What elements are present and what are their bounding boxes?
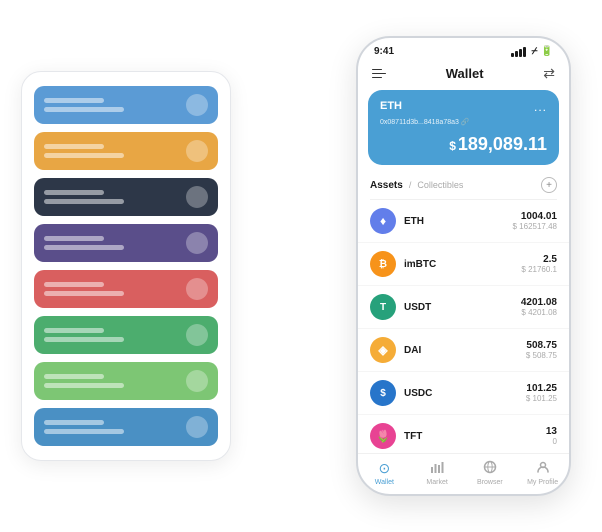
dai-icon: ◈ [370,337,396,363]
eth-name: ETH [404,216,513,227]
tft-name: TFT [404,431,546,442]
imbtc-name: imBTC [404,259,521,270]
expand-icon[interactable]: ⇄ [543,65,555,82]
nav-profile[interactable]: My Profile [516,460,569,486]
usdt-amount: 4201.08 [521,297,557,308]
profile-nav-label: My Profile [527,479,558,486]
usdt-usd: $ 4201.08 [521,308,557,317]
usdc-amount: 101.25 [526,383,557,394]
imbtc-usd: $ 21760.1 [521,265,557,274]
asset-item-tft[interactable]: 🌷 TFT 13 0 [358,415,569,453]
phone-header: Wallet ⇄ [358,61,569,90]
market-nav-label: Market [426,479,447,486]
eth-address: 0x08711d3b...8418a78a3 🔗 [380,118,547,126]
status-icons: ⌿ 🔋 [511,46,553,57]
menu-icon[interactable] [372,69,386,79]
dai-usd: $ 508.75 [526,351,557,360]
asset-item-usdc[interactable]: $ USDC 101.25 $ 101.25 [358,372,569,415]
market-nav-icon [430,460,444,477]
eth-card-label: ETH [380,100,402,112]
nav-market[interactable]: Market [411,460,464,486]
eth-icon: ♦ [370,208,396,234]
usdc-usd: $ 101.25 [526,394,557,403]
tft-amount: 13 [546,426,557,437]
wallet-card-7[interactable] [34,362,218,400]
eth-amount: 1004.01 [513,211,558,222]
phone: 9:41 ⌿ 🔋 Wallet ⇄ [356,36,571,496]
asset-item-usdt[interactable]: T USDT 4201.08 $ 4201.08 [358,286,569,329]
wallet-card-4[interactable] [34,224,218,262]
assets-tabs: Assets / Collectibles + [358,173,569,199]
eth-card[interactable]: ETH ... 0x08711d3b...8418a78a3 🔗 $189,08… [368,90,559,165]
eth-balance: $189,089.11 [380,134,547,155]
tft-usd: 0 [546,437,557,446]
imbtc-icon: ₿ [370,251,396,277]
wallet-nav-icon: ⊙ [379,460,391,477]
wallet-card-1[interactable] [34,86,218,124]
status-time: 9:41 [374,46,394,57]
wallet-card-8[interactable] [34,408,218,446]
status-bar: 9:41 ⌿ 🔋 [358,38,569,61]
nav-wallet[interactable]: ⊙ Wallet [358,460,411,486]
browser-nav-label: Browser [477,479,503,486]
wallet-card-3[interactable] [34,178,218,216]
asset-item-eth[interactable]: ♦ ETH 1004.01 $ 162517.48 [358,200,569,243]
dai-amount: 508.75 [526,340,557,351]
asset-item-imbtc[interactable]: ₿ imBTC 2.5 $ 21760.1 [358,243,569,286]
asset-list: ♦ ETH 1004.01 $ 162517.48 ₿ imBTC 2.5 $ … [358,200,569,453]
usdc-name: USDC [404,388,526,399]
bottom-nav: ⊙ Wallet Market [358,453,569,494]
tab-assets[interactable]: Assets [370,180,403,191]
wallet-card-2[interactable] [34,132,218,170]
wallet-card-6[interactable] [34,316,218,354]
profile-nav-icon [536,460,550,477]
wallet-nav-label: Wallet [375,479,394,486]
asset-item-dai[interactable]: ◈ DAI 508.75 $ 508.75 [358,329,569,372]
page-title: Wallet [446,66,484,81]
dai-name: DAI [404,345,526,356]
browser-nav-icon [483,460,497,477]
left-panel [21,71,231,461]
usdt-name: USDT [404,302,521,313]
tft-icon: 🌷 [370,423,396,449]
wallet-card-5[interactable] [34,270,218,308]
tab-collectibles[interactable]: Collectibles [417,180,463,190]
usdt-icon: T [370,294,396,320]
usdc-icon: $ [370,380,396,406]
add-asset-button[interactable]: + [541,177,557,193]
imbtc-amount: 2.5 [521,254,557,265]
nav-browser[interactable]: Browser [464,460,517,486]
scene: 9:41 ⌿ 🔋 Wallet ⇄ [21,16,581,516]
eth-card-menu[interactable]: ... [534,100,547,114]
eth-usd: $ 162517.48 [513,222,558,231]
